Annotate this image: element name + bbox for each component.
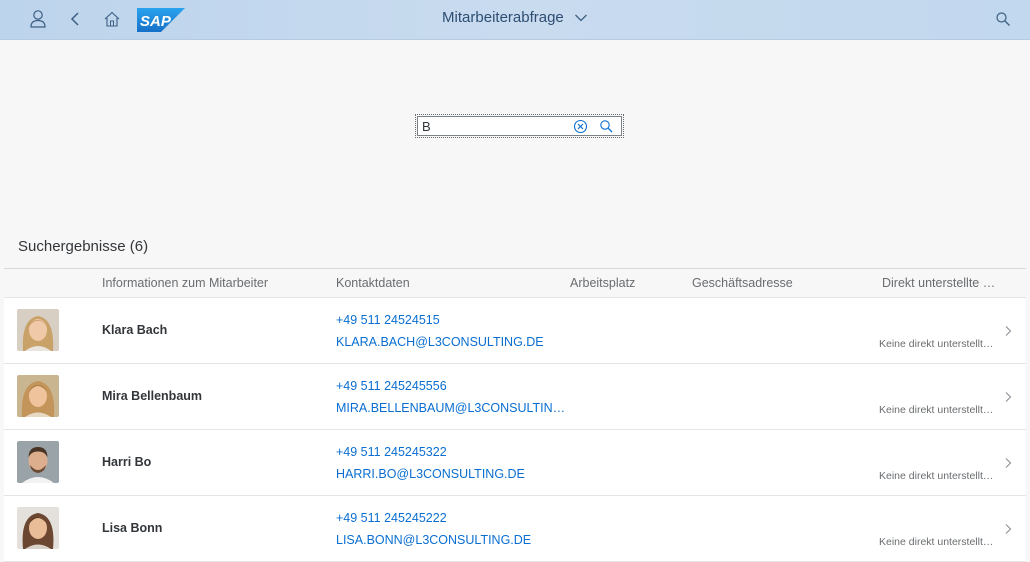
search-icon[interactable] [992,8,1014,30]
results-table: Informationen zum Mitarbeiter Kontaktdat… [4,268,1026,562]
chevron-right-icon[interactable] [1003,522,1013,534]
direct-reports-text: Keine direkt unterstellt… [879,470,994,482]
search-input[interactable] [422,118,562,134]
app-title-text: Mitarbeiterabfrage [442,9,564,26]
email-link[interactable]: HARRI.BO@L3CONSULTING.DE [336,467,525,481]
column-header-employee: Informationen zum Mitarbeiter [102,276,269,290]
column-header-business-address: Geschäftsadresse [692,276,793,290]
column-header-direct-reports: Direkt unterstellte … [882,276,996,290]
direct-reports-text: Keine direkt unterstellt… [879,404,994,416]
phone-link[interactable]: +49 511 245245322 [336,445,447,459]
column-header-workplace: Arbeitsplatz [570,276,636,290]
chevron-right-icon[interactable] [1003,456,1013,468]
phone-link[interactable]: +49 511 245245556 [336,379,447,393]
avatar [17,375,59,417]
employee-name: Mira Bellenbaum [102,389,203,403]
table-row[interactable]: Mira Bellenbaum +49 511 245245556 MIRA.B… [4,364,1026,430]
shell-bar: SAP Mitarbeiterabfrage [0,0,1030,40]
employee-name: Harri Bo [102,455,152,469]
table-row[interactable]: Klara Bach +49 511 24524515 KLARA.BACH@L… [4,298,1026,364]
table-header: Informationen zum Mitarbeiter Kontaktdat… [4,268,1026,298]
app-title[interactable]: Mitarbeiterabfrage [0,9,1030,27]
employee-search-field[interactable] [415,114,624,138]
employee-name: Klara Bach [102,323,168,337]
chevron-right-icon[interactable] [1003,324,1013,336]
clear-icon[interactable] [573,119,588,134]
results-title: Suchergebnisse (6) [18,238,149,255]
avatar [17,309,59,351]
table-row[interactable]: Lisa Bonn +49 511 245245222 LISA.BONN@L3… [4,496,1026,562]
search-icon[interactable] [599,119,614,134]
avatar [17,441,59,483]
direct-reports-text: Keine direkt unterstellt… [879,338,994,350]
phone-link[interactable]: +49 511 245245222 [336,511,447,525]
employee-name: Lisa Bonn [102,521,163,535]
chevron-right-icon[interactable] [1003,390,1013,402]
email-link[interactable]: KLARA.BACH@L3CONSULTING.DE [336,335,544,349]
column-header-contact: Kontaktdaten [336,276,410,290]
table-row[interactable]: Harri Bo +49 511 245245322 HARRI.BO@L3CO… [4,430,1026,496]
phone-link[interactable]: +49 511 24524515 [336,313,440,327]
email-link[interactable]: LISA.BONN@L3CONSULTING.DE [336,533,531,547]
email-link[interactable]: MIRA.BELLENBAUM@L3CONSULTIN… [336,401,565,415]
direct-reports-text: Keine direkt unterstellt… [879,536,994,548]
chevron-down-icon[interactable] [574,10,588,27]
avatar [17,507,59,549]
